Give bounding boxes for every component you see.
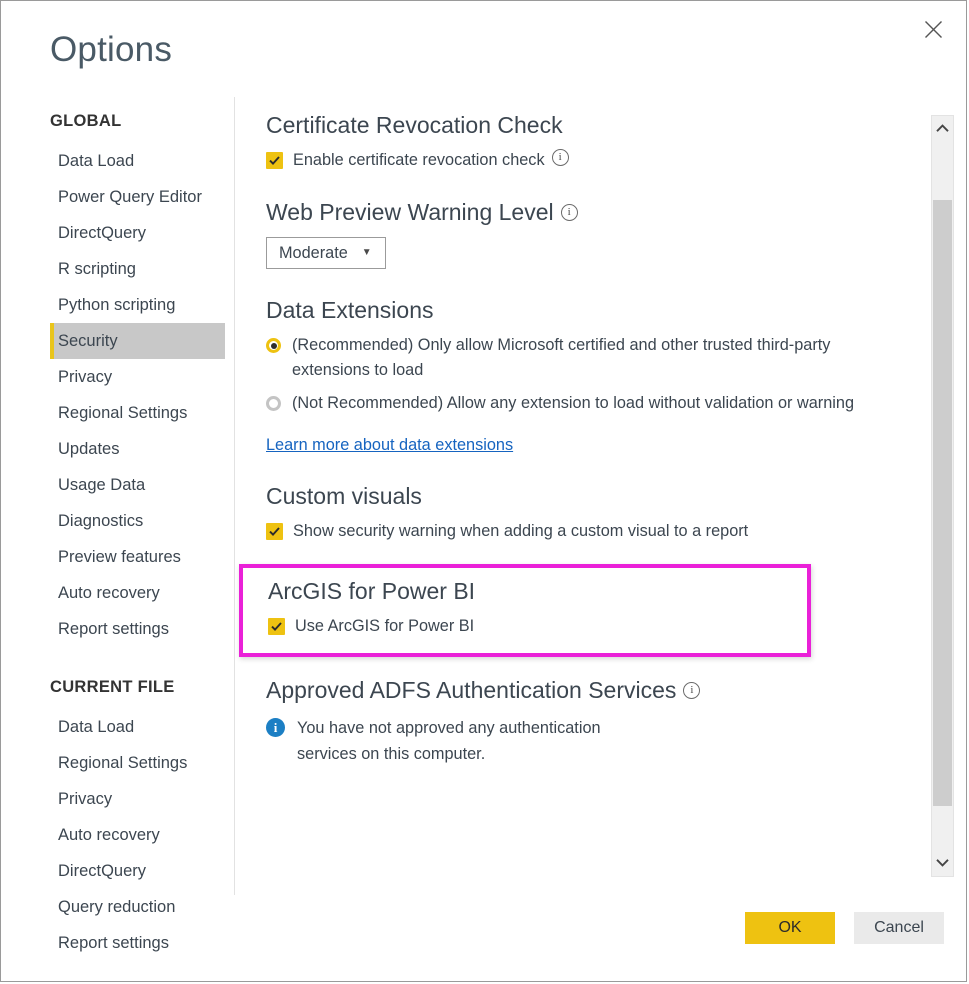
sidebar-item-file-data-load[interactable]: Data Load	[1, 709, 234, 745]
sidebar-item-label: Python scripting	[58, 296, 176, 314]
enable-certificate-revocation-row: Enable certificate revocation check i	[266, 149, 887, 171]
web-preview-warning-level-value: Moderate	[279, 243, 348, 262]
sidebar-item-updates[interactable]: Updates	[1, 431, 234, 467]
sidebar-item-label: Usage Data	[58, 476, 146, 494]
sidebar-item-directquery[interactable]: DirectQuery	[1, 215, 234, 251]
sidebar-item-preview-features[interactable]: Preview features	[1, 539, 234, 575]
use-arcgis-row: Use ArcGIS for Power BI	[268, 615, 807, 637]
show-security-warning-label: Show security warning when adding a cust…	[293, 522, 749, 540]
sidebar-item-python-scripting[interactable]: Python scripting	[1, 287, 234, 323]
sidebar-item-file-privacy[interactable]: Privacy	[1, 781, 234, 817]
data-extensions-option-recommended-label: (Recommended) Only allow Microsoft certi…	[292, 336, 831, 379]
data-extensions-option-not-recommended-label: (Not Recommended) Allow any extension to…	[292, 394, 855, 412]
sidebar-item-label: Auto recovery	[58, 584, 160, 602]
sidebar-item-power-query-editor[interactable]: Power Query Editor	[1, 179, 234, 215]
sidebar-item-diagnostics[interactable]: Diagnostics	[1, 503, 234, 539]
close-icon	[924, 20, 943, 39]
sidebar-item-label: Power Query Editor	[58, 188, 202, 206]
dialog-footer: OK Cancel	[1, 895, 966, 981]
certificate-revocation-heading: Certificate Revocation Check	[266, 112, 563, 138]
sidebar-item-label: R scripting	[58, 260, 136, 278]
sidebar-nav: GLOBAL Data Load Power Query Editor Dire…	[1, 97, 234, 981]
enable-certificate-revocation-label: Enable certificate revocation check	[293, 151, 545, 169]
adfs-info-icon[interactable]: i	[683, 681, 701, 699]
data-extensions-section: Data Extensions (Recommended) Only allow…	[266, 295, 887, 455]
scrollbar-thumb[interactable]	[933, 200, 952, 806]
content-scrollbar[interactable]	[931, 115, 954, 877]
sidebar-item-report-settings[interactable]: Report settings	[1, 611, 234, 647]
sidebar-item-file-directquery[interactable]: DirectQuery	[1, 853, 234, 889]
arcgis-highlight-box: ArcGIS for Power BI Use ArcGIS for Power…	[239, 564, 811, 657]
chevron-down-icon	[936, 854, 949, 872]
sidebar-group-title-current-file: CURRENT FILE	[50, 678, 175, 696]
arcgis-section: ArcGIS for Power BI Use ArcGIS for Power…	[268, 576, 807, 637]
sidebar-item-security[interactable]: Security	[50, 323, 225, 359]
scrollbar-down-button[interactable]	[932, 850, 953, 876]
dialog-titlebar: Options	[1, 1, 966, 97]
close-button[interactable]	[910, 7, 956, 51]
adfs-section: Approved ADFS Authentication Services i …	[266, 675, 887, 767]
sidebar-item-label: DirectQuery	[58, 862, 147, 880]
sidebar-item-file-auto-recovery[interactable]: Auto recovery	[1, 817, 234, 853]
use-arcgis-checkbox[interactable]	[268, 618, 285, 635]
data-extensions-option-not-recommended[interactable]: (Not Recommended) Allow any extension to…	[266, 391, 887, 416]
show-security-warning-row: Show security warning when adding a cust…	[266, 520, 887, 542]
enable-certificate-revocation-checkbox[interactable]	[266, 152, 283, 169]
scrollbar-up-button[interactable]	[932, 116, 953, 142]
arcgis-heading: ArcGIS for Power BI	[268, 578, 476, 604]
custom-visuals-section: Custom visuals Show security warning whe…	[266, 481, 887, 542]
sidebar-item-privacy[interactable]: Privacy	[1, 359, 234, 395]
sidebar-item-label: Preview features	[58, 548, 181, 566]
certificate-revocation-info-icon[interactable]: i	[551, 149, 569, 166]
use-arcgis-label: Use ArcGIS for Power BI	[295, 617, 475, 635]
radio-not-recommended[interactable]	[266, 396, 281, 411]
ok-button[interactable]: OK	[745, 912, 835, 944]
web-preview-warning-heading: Web Preview Warning Level i	[266, 197, 887, 227]
sidebar-item-label: Data Load	[58, 718, 135, 736]
web-preview-warning-level-dropdown[interactable]: Moderate ▼	[266, 237, 386, 269]
sidebar-item-file-regional-settings[interactable]: Regional Settings	[1, 745, 234, 781]
sidebar-item-label: Report settings	[58, 620, 169, 638]
learn-more-data-extensions-link[interactable]: Learn more about data extensions	[266, 436, 513, 455]
sidebar-item-auto-recovery[interactable]: Auto recovery	[1, 575, 234, 611]
sidebar-item-label: Updates	[58, 440, 120, 458]
sidebar-item-usage-data[interactable]: Usage Data	[1, 467, 234, 503]
sidebar-item-label: Security	[58, 332, 118, 350]
chevron-down-icon: ▼	[361, 247, 372, 258]
sidebar-item-label: Privacy	[58, 368, 113, 386]
show-security-warning-checkbox[interactable]	[266, 523, 283, 540]
data-extensions-option-recommended[interactable]: (Recommended) Only allow Microsoft certi…	[266, 333, 887, 383]
cancel-button[interactable]: Cancel	[854, 912, 944, 944]
sidebar-item-label: Diagnostics	[58, 512, 144, 530]
adfs-heading: Approved ADFS Authentication Services i	[266, 675, 887, 705]
sidebar-item-label: Regional Settings	[58, 754, 188, 772]
adfs-note-text: You have not approved any authentication…	[297, 719, 601, 763]
sidebar-item-label: Privacy	[58, 790, 113, 808]
sidebar-item-regional-settings[interactable]: Regional Settings	[1, 395, 234, 431]
sidebar-item-data-load[interactable]: Data Load	[1, 143, 234, 179]
sidebar-item-label: Auto recovery	[58, 826, 160, 844]
certificate-revocation-section: Certificate Revocation Check Enable cert…	[266, 110, 887, 171]
web-preview-warning-section: Web Preview Warning Level i Moderate ▼	[266, 197, 887, 269]
adfs-note: i You have not approved any authenticati…	[266, 715, 636, 767]
security-settings-pane: Certificate Revocation Check Enable cert…	[235, 97, 966, 895]
sidebar-item-r-scripting[interactable]: R scripting	[1, 251, 234, 287]
data-extensions-heading: Data Extensions	[266, 297, 434, 323]
web-preview-warning-info-icon[interactable]: i	[560, 203, 578, 221]
sidebar-item-label: Data Load	[58, 152, 135, 170]
custom-visuals-heading: Custom visuals	[266, 483, 422, 509]
sidebar-item-label: DirectQuery	[58, 224, 147, 242]
sidebar-item-label: Regional Settings	[58, 404, 188, 422]
page-title: Options	[50, 30, 173, 69]
sidebar-group-title-global: GLOBAL	[50, 112, 122, 130]
chevron-up-icon	[936, 120, 949, 138]
info-filled-icon: i	[266, 718, 285, 737]
radio-recommended[interactable]	[266, 338, 281, 353]
options-dialog: Options GLOBAL Data Load Power Query Edi…	[0, 0, 967, 982]
